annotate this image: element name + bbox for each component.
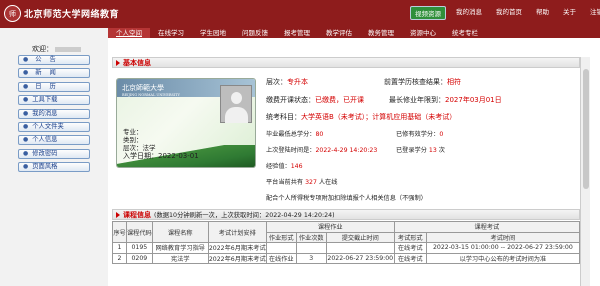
bullet-icon: ● (23, 69, 32, 77)
tab-student-garden[interactable]: 学生园地 (192, 28, 234, 38)
sidebar-item-change-password[interactable]: ● 修改密码 (18, 148, 90, 159)
course-table: 序号 课程代码 课程名称 考试计划安排 课程作业 课程考试 作业形式 作业次数 … (112, 221, 581, 264)
bullet-icon: ● (23, 56, 32, 63)
my-messages-link[interactable]: 我的消息 (456, 6, 482, 20)
online-count-field: 平台当前共有 327 人在线 (266, 179, 338, 186)
help-link[interactable]: 帮助 (536, 6, 549, 20)
sidebar-item-personal-info[interactable]: ● 个人信息 (18, 135, 90, 146)
col-hw-count: 作业次数 (295, 231, 327, 243)
basic-info-section: 基本信息 (112, 57, 580, 68)
bullet-icon: ● (23, 136, 29, 144)
col-exam-form: 考试形式 (393, 231, 427, 243)
prior-degree-field: 前置学历核查结果：相符 (384, 78, 461, 86)
university-seal-icon: 师 (4, 5, 21, 22)
content-scrollbar[interactable] (580, 57, 590, 286)
level-field: 层次：专升本 (266, 78, 308, 86)
max-study-field: 最长修业年限到：2027年03月01日 (389, 96, 502, 104)
triangle-icon (116, 211, 120, 218)
card-enroll-date: 入学日期：2022-03-01 (123, 152, 199, 160)
col-exam: 课程考试 (393, 221, 581, 233)
sidebar-item-personal-folder[interactable]: ● 个人文件夹 (18, 121, 90, 132)
course-info-header: 课程信息 (数据10分钟刷新一次，上次获取时间：2022-04-29 14:20:… (112, 209, 580, 220)
username-mask (55, 46, 81, 52)
tax-notice-link[interactable]: 配合个人所得税专项附加扣除填报个人相关信息（不强制） (266, 193, 427, 202)
main-nav: 个人空间 在线学习 学生园地 问题反馈 报考管理 教学评估 教务管理 资源中心 … (108, 28, 600, 38)
sidebar-item-tool-download[interactable]: ● 工具下载 (18, 95, 90, 106)
tab-personal-space[interactable]: 个人空间 (108, 28, 150, 38)
bullet-icon: ● (23, 149, 29, 157)
tab-unified-exam[interactable]: 统考专栏 (444, 28, 486, 38)
tab-feedback[interactable]: 问题反馈 (234, 28, 276, 38)
welcome-text: 欢迎： (32, 44, 81, 54)
table-row: 1 0195 网络教育学习指导 2022年6月期末考试 在线考试 2022-03-1… (112, 242, 581, 254)
tab-resource-center[interactable]: 资源中心 (402, 28, 444, 38)
tab-academic-affairs[interactable]: 教务管理 (360, 28, 402, 38)
fee-status-field: 缴费开课状态：已缴费，已开课 (266, 96, 364, 104)
student-id-card: 北京師範大學 BEIJING NORMAL UNIVERSITY 专业： 类别： … (116, 78, 256, 168)
sidebar-item-calendar[interactable]: ● 日 历 (18, 81, 90, 92)
video-resources-link[interactable]: 视频资源 (410, 6, 446, 20)
sidebar-item-announcements[interactable]: ● 公 告 (18, 55, 90, 65)
experience-field: 经验值：146 (266, 163, 303, 170)
bullet-icon: ● (23, 96, 29, 104)
sidebar-item-my-messages[interactable]: ● 我的消息 (18, 108, 90, 119)
course-name-link[interactable]: 宪法学 (151, 252, 209, 264)
course-name-link[interactable]: 网络教育学习指导 (151, 242, 209, 254)
earned-credit-field: 已修有效学分：0 (396, 131, 444, 138)
col-homework: 课程作业 (265, 221, 395, 233)
logo-text: 北京师范大学网络教育 (24, 10, 120, 20)
col-seq: 序号 (112, 221, 127, 243)
sidebar-item-page-style[interactable]: ● 页面风格 (18, 162, 90, 173)
last-login-field: 上次登陆时间是：2022-4-29 14:20:23 (266, 147, 378, 154)
about-link[interactable]: 关于 (563, 6, 576, 20)
sidebar-item-news[interactable]: ● 新 闻 (18, 68, 90, 79)
basic-info-header: 基本信息 (112, 57, 580, 68)
top-links: 视频资源 我的消息 我的首页 帮助 关于 注销 (410, 6, 600, 20)
col-name: 课程名称 (151, 221, 209, 243)
col-code: 课程代码 (126, 221, 153, 243)
min-credit-field: 毕业最低总学分：80 (266, 131, 324, 138)
col-hw-deadline: 提交截止时间 (325, 231, 395, 243)
student-photo-placeholder (220, 85, 252, 123)
tab-teaching-evaluation[interactable]: 教学评估 (318, 28, 360, 38)
bullet-icon: ● (23, 109, 29, 117)
triangle-icon (116, 59, 120, 66)
col-hw-form: 作业形式 (265, 231, 297, 243)
unified-exam-field: 统考科目：大学英语B（未考试）；计算机应用基础（未考试） (266, 113, 457, 121)
login-count-field: 已登录学分 13 次 (396, 147, 445, 154)
col-plan: 考试计划安排 (207, 221, 267, 243)
table-row: 2 0209 宪法学 2022年6月期末考试 在线作业 3 2022-06-27 23:… (112, 252, 581, 264)
tab-online-learning[interactable]: 在线学习 (150, 28, 192, 38)
university-logo[interactable]: 师 北京师范大学网络教育 (4, 5, 119, 22)
header-bar: 师 北京师范大学网络教育 视频资源 我的消息 我的首页 帮助 关于 注销 (0, 0, 600, 28)
bullet-icon: ● (23, 82, 32, 90)
col-exam-time: 考试时间 (425, 231, 581, 243)
logout-link[interactable]: 注销 (590, 6, 600, 20)
bullet-icon: ● (23, 122, 29, 130)
bullet-icon: ● (23, 163, 29, 171)
tab-exam-registration[interactable]: 报考管理 (276, 28, 318, 38)
my-home-link[interactable]: 我的首页 (496, 6, 522, 20)
sidebar-menu: ● 公 告 ● 新 闻 ● 日 历 ● 工具下载 ● 我的消息 ● 个人文件夹 ● 个人信息 … (18, 55, 90, 176)
scrollbar-thumb[interactable] (583, 69, 589, 189)
